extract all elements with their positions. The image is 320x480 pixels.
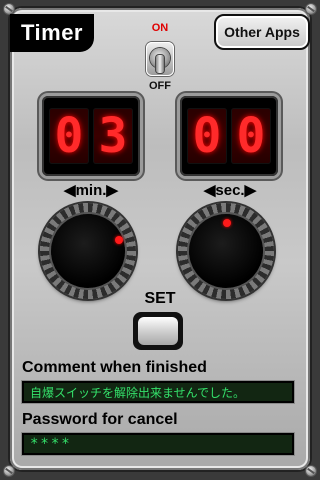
seconds-knob[interactable] bbox=[178, 203, 274, 299]
screw-icon bbox=[306, 4, 316, 14]
screw-icon bbox=[4, 466, 14, 476]
set-button-face bbox=[138, 317, 178, 345]
other-apps-button[interactable]: Other Apps bbox=[214, 14, 310, 50]
knob-indicator-icon bbox=[115, 236, 123, 244]
seconds-digit-ones: 0 bbox=[231, 108, 271, 164]
minutes-knob[interactable] bbox=[40, 203, 136, 299]
toggle-on-label: ON bbox=[151, 22, 169, 34]
seconds-digit-tens: 0 bbox=[187, 108, 227, 164]
set-label: SET bbox=[144, 290, 176, 307]
seconds-display: 0 0 bbox=[180, 96, 278, 176]
toggle-off-label: OFF bbox=[149, 80, 171, 92]
app-title: Timer bbox=[10, 14, 94, 52]
comment-label: Comment when finished bbox=[22, 359, 207, 376]
password-field[interactable]: **** bbox=[22, 433, 294, 455]
comment-field[interactable]: 自爆スイッチを解除出来ませんでした。 bbox=[22, 381, 294, 403]
seconds-label: ◀sec.▶ bbox=[203, 182, 257, 199]
minutes-digit-tens: 0 bbox=[49, 108, 89, 164]
set-button[interactable] bbox=[133, 312, 183, 350]
device-frame: Timer Other Apps ON OFF 0 3 0 0 ◀min.▶ ◀… bbox=[0, 0, 320, 480]
screw-icon bbox=[306, 466, 316, 476]
knob-indicator-icon bbox=[223, 219, 231, 227]
password-label: Password for cancel bbox=[22, 411, 178, 428]
minutes-label: ◀min.▶ bbox=[64, 182, 118, 199]
minutes-digit-ones: 3 bbox=[93, 108, 133, 164]
knob-cap bbox=[51, 214, 125, 288]
minutes-display: 0 3 bbox=[42, 96, 140, 176]
screw-icon bbox=[4, 4, 14, 14]
toggle-lever-icon[interactable] bbox=[156, 55, 164, 73]
